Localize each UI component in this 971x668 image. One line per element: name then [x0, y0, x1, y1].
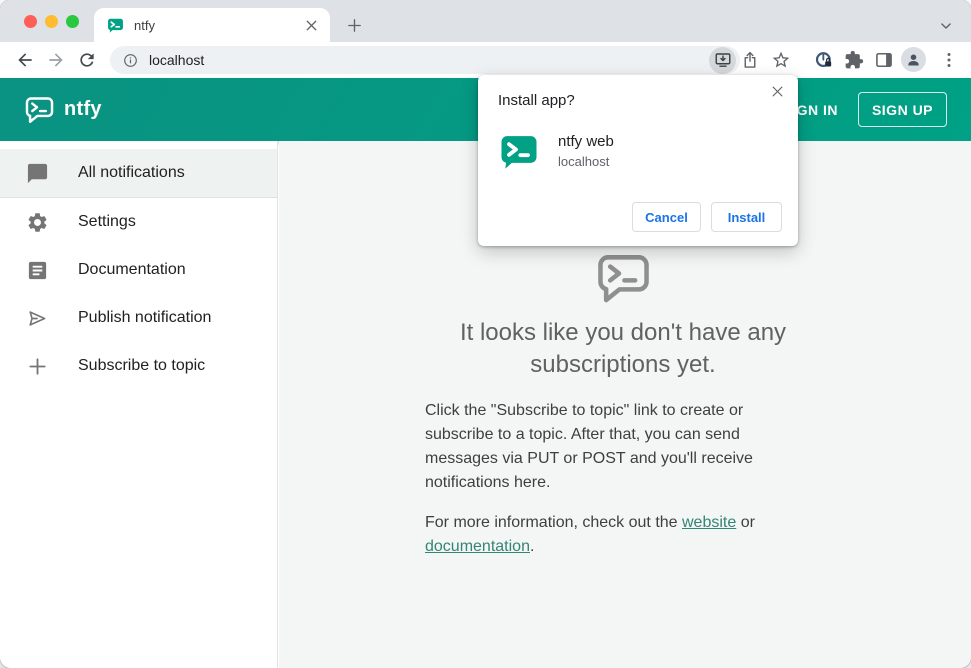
- dialog-app-origin: localhost: [558, 154, 610, 169]
- install-app-button[interactable]: [709, 46, 736, 74]
- back-button[interactable]: [15, 50, 35, 70]
- tab-close-icon[interactable]: [303, 17, 320, 34]
- sidebar-item-subscribe-to-topic[interactable]: Subscribe to topic: [0, 342, 277, 390]
- browser-tab[interactable]: ntfy: [94, 8, 330, 42]
- website-link[interactable]: website: [682, 514, 736, 531]
- window-minimize-button[interactable]: [45, 15, 58, 28]
- install-button[interactable]: Install: [711, 202, 782, 232]
- documentation-link[interactable]: documentation: [425, 538, 530, 555]
- ntfy-empty-state-icon: [593, 249, 654, 306]
- sidebar-item-label: Subscribe to topic: [78, 357, 206, 374]
- sidebar-item-label: Publish notification: [78, 309, 212, 326]
- sidebar-item-label: Documentation: [78, 261, 186, 278]
- more-info-middle: or: [736, 514, 755, 531]
- browser-toolbar: localhost: [0, 42, 971, 78]
- forward-button[interactable]: [46, 50, 66, 70]
- password-manager-icon[interactable]: [814, 50, 834, 70]
- window-close-button[interactable]: [24, 15, 37, 28]
- install-app-dialog: Install app? ntfy web localhost Cancel I…: [478, 75, 798, 246]
- sidebar-item-documentation[interactable]: Documentation: [0, 246, 277, 294]
- sidebar-item-all-notifications[interactable]: All notifications: [0, 149, 277, 197]
- side-panel-icon[interactable]: [874, 50, 894, 70]
- empty-state: It looks like you don't have any subscri…: [425, 249, 821, 559]
- url-text[interactable]: localhost: [149, 52, 709, 68]
- plus-icon: [29, 357, 46, 375]
- empty-state-description: Click the "Subscribe to topic" link to c…: [425, 402, 753, 491]
- more-info-prefix: For more information, check out the: [425, 514, 682, 531]
- install-app-icon: [715, 53, 730, 67]
- empty-state-more-info: For more information, check out the webs…: [425, 511, 821, 559]
- article-icon: [28, 261, 47, 279]
- extensions-icon[interactable]: [844, 50, 864, 70]
- sidebar-item-label: All notifications: [78, 164, 185, 181]
- tab-search-chevron-icon[interactable]: [939, 19, 953, 33]
- ntfy-favicon-icon: [107, 17, 124, 33]
- gear-icon: [28, 212, 47, 232]
- send-icon: [29, 310, 46, 326]
- cancel-button[interactable]: Cancel: [632, 202, 701, 232]
- address-bar[interactable]: localhost: [110, 46, 740, 74]
- dialog-close-icon[interactable]: [770, 84, 785, 99]
- brand-name: ntfy: [64, 98, 102, 120]
- window-zoom-button[interactable]: [66, 15, 79, 28]
- sidebar-item-publish-notification[interactable]: Publish notification: [0, 294, 277, 342]
- profile-avatar[interactable]: [901, 47, 926, 72]
- empty-state-title: It looks like you don't have any subscri…: [459, 319, 787, 378]
- tab-title: ntfy: [134, 17, 155, 33]
- reload-button[interactable]: [77, 50, 97, 70]
- bookmark-star-button[interactable]: [771, 50, 791, 70]
- sidebar-navigation: All notifications Settings Documentation…: [0, 141, 278, 668]
- sidebar-item-settings[interactable]: Settings: [0, 198, 277, 246]
- person-icon: [908, 54, 919, 66]
- browser-window: ntfy localhost ntfy SIGN IN SIGN UP All …: [0, 0, 971, 668]
- dialog-app-name: ntfy web: [558, 133, 614, 150]
- ntfy-app-icon: [499, 134, 539, 171]
- chat-icon: [27, 163, 48, 183]
- ntfy-logo-icon: [25, 97, 54, 123]
- share-button[interactable]: [740, 50, 760, 70]
- sign-up-button[interactable]: SIGN UP: [858, 92, 947, 127]
- new-tab-button[interactable]: [346, 17, 363, 34]
- browser-menu-button[interactable]: [939, 50, 959, 70]
- sidebar-item-label: Settings: [78, 213, 136, 230]
- more-info-suffix: .: [529, 538, 535, 555]
- tab-strip: ntfy: [0, 0, 971, 42]
- dialog-title: Install app?: [498, 92, 575, 109]
- site-info-icon[interactable]: [122, 52, 139, 69]
